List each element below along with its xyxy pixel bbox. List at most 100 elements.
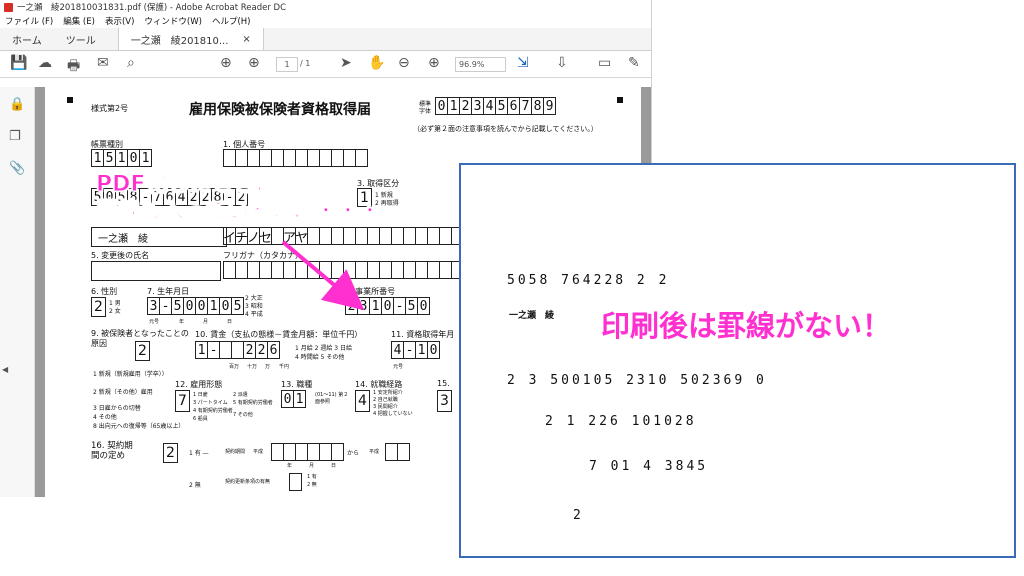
label-15: 15. [437, 379, 450, 388]
cause-opt-3: 3 日雇からの切替 [93, 405, 141, 412]
contract-renew-opt-1: 1 有 [307, 474, 317, 480]
print-row-3: 2 1 226 101028 [545, 414, 697, 429]
label-gender: 6. 性別 [91, 287, 118, 296]
field-15-box: 3 [437, 390, 452, 412]
menu-bar: ファイル (F) 編集 (E) 表示(V) ウィンドウ(W) ヘルプ(H) [0, 14, 651, 28]
wage-opt-1: 1 月給 2 週給 3 日給 [295, 345, 352, 352]
prev-page-icon[interactable]: ⊕ [220, 55, 232, 71]
left-sidebar: 🔒 ❐ 📎 ◀ [0, 87, 35, 497]
cause-opt-2: 2 新規（その他）雇用 [93, 389, 153, 396]
menu-file[interactable]: ファイル (F) [5, 15, 53, 27]
form-number: 様式第2号 [91, 104, 129, 113]
fit-page-icon[interactable]: ⇲ [517, 55, 529, 71]
wage-opt-2: 4 時間給 5 その他 [295, 354, 345, 361]
label-office-number: 8. 事業所番号 [345, 287, 396, 296]
page-total: / 1 [300, 59, 311, 68]
label-acquired-date: 11. 資格取得年月 [391, 330, 455, 339]
employment-opt-6: 5 有期契約労働者 [233, 400, 273, 406]
title-bar: 一之瀬 綾201810031831.pdf (保護) - Adobe Acrob… [0, 0, 651, 14]
print-icon[interactable]: 🖶 [67, 55, 80, 79]
menu-window[interactable]: ウィンドウ(W) [144, 15, 202, 27]
tab-bar: ホーム ツール 一之瀬 綾201810... × [0, 28, 651, 51]
hand-tool-icon[interactable]: ✋ [368, 55, 385, 71]
print-name: 一之瀬 綾 [509, 311, 555, 321]
type-boxes: 15101 [91, 149, 152, 167]
wage-sub-2: 十万 [247, 364, 258, 370]
label-wage: 10. 賃金（支払の態様－賃金月額：単位千円） [195, 330, 363, 339]
label-birthdate: 7. 生年月日 [147, 287, 190, 296]
employment-opt-3: 4 有期契約労働者 [193, 408, 233, 414]
pen-icon[interactable]: ✎ [628, 55, 640, 71]
print-row-4: 7 01 4 3845 [589, 459, 709, 474]
print-message: 印刷後は罫線がない！ [601, 309, 892, 343]
occupation-boxes: 01 [281, 390, 306, 408]
zoom-in-icon[interactable]: ⊕ [428, 55, 440, 71]
form-note: （必ず第２面の注意事項を読んでから記載してください。） [413, 125, 598, 133]
route-opt-1: 1 安定所紹介 [373, 390, 403, 396]
tab-tools[interactable]: ツール [54, 28, 108, 50]
contract-renew-label: 契約更新条項の有無 [225, 479, 271, 485]
menu-view[interactable]: 表示(V) [105, 15, 134, 27]
employment-opt-2: 3 パートタイム [193, 400, 228, 406]
birthdate-sub-day: 日 [227, 319, 233, 325]
page-number-input[interactable]: 1 [276, 57, 298, 72]
label-contract: 16. 契約期間の定め [91, 441, 133, 461]
tab-document[interactable]: 一之瀬 綾201810... × [117, 28, 264, 50]
contract-opt-2: 2 無 [189, 482, 201, 489]
contract-sub-year: 年 [287, 463, 293, 469]
zoom-select[interactable]: 96.9% [455, 57, 506, 72]
wage-sub-1: 百万 [229, 364, 240, 370]
label-occupation: 13. 職種 [281, 380, 313, 389]
contract-from: から [347, 450, 360, 457]
cause-box: 2 [135, 341, 150, 361]
tab-home[interactable]: ホーム [0, 28, 54, 50]
office-number-boxes: 2310-50 [345, 297, 430, 315]
birthdate-sub-month: 月 [203, 319, 209, 325]
employment-opt-5: 2 派遣 [233, 392, 248, 398]
comment-icon[interactable]: ▭ [598, 55, 611, 71]
lock-icon[interactable]: 🔒 [9, 97, 25, 112]
print-row-1: 5058 764228 2 2 [507, 273, 670, 288]
wage-sub-4: 千円 [279, 364, 290, 370]
route-opt-4: 4 把握していない [373, 411, 413, 417]
route-opt-2: 2 自己就職 [373, 397, 398, 403]
pages-icon[interactable]: ❐ [9, 129, 21, 144]
attachment-icon[interactable]: 📎 [9, 161, 25, 176]
label-new-name: 5. 変更後の氏名 [91, 251, 150, 260]
acquired-date-sub: 元号 [393, 364, 404, 370]
employment-opt-1: 1 日雇 [193, 392, 208, 398]
upload-icon[interactable]: ☁ [38, 55, 52, 71]
select-cursor-icon[interactable]: ➤ [340, 55, 352, 71]
contract-renew-opt-2: 2 無 [307, 482, 317, 488]
collapse-sidebar-icon[interactable]: ◀ [2, 365, 8, 374]
zoom-out-icon[interactable]: ⊖ [398, 55, 410, 71]
search-icon[interactable]: ⌕ [127, 55, 135, 71]
route-box: 4 [355, 390, 370, 412]
birthdate-sub-era: 元号 [149, 319, 160, 325]
save-icon[interactable]: 💾 [10, 55, 27, 71]
mail-icon[interactable]: ✉ [97, 55, 109, 71]
label-kana: フリガナ（カタカナ） [223, 251, 303, 260]
contract-period-label: 契約期間 [225, 449, 246, 455]
print-row-5: 2 [573, 508, 584, 523]
acquired-date-boxes: 4-10 [391, 341, 440, 359]
sample-digits: 0123456789 [435, 97, 556, 115]
close-tab-icon[interactable]: × [242, 34, 250, 45]
cause-opt-4: 4 その他 [93, 414, 117, 421]
name-box: 一之瀬 綾 [91, 227, 227, 247]
employment-opt-7: 7 その他 [233, 412, 253, 418]
window-title: 一之瀬 綾201810031831.pdf (保護) - Adobe Acrob… [17, 3, 287, 13]
menu-edit[interactable]: 編集 (E) [63, 15, 95, 27]
wage-boxes: 1-226 [195, 341, 280, 359]
employment-type-box: 7 [175, 390, 190, 412]
corner-mark [617, 97, 623, 103]
menu-help[interactable]: ヘルプ(H) [212, 15, 251, 27]
print-row-2: 2 3 500105 2310 502369 0 [507, 373, 767, 388]
contract-end-era: 平成 [369, 449, 380, 455]
gender-box: 2 [91, 297, 106, 317]
occupation-note: (01〜11) 第２面参照 [315, 392, 349, 405]
my-number-boxes [223, 149, 368, 167]
scroll-mode-icon[interactable]: ⇩ [556, 55, 568, 71]
print-preview-frame: 5058 764228 2 2 一之瀬 綾 2 3 500105 2310 50… [459, 163, 1016, 558]
next-page-icon[interactable]: ⊕ [248, 55, 260, 71]
